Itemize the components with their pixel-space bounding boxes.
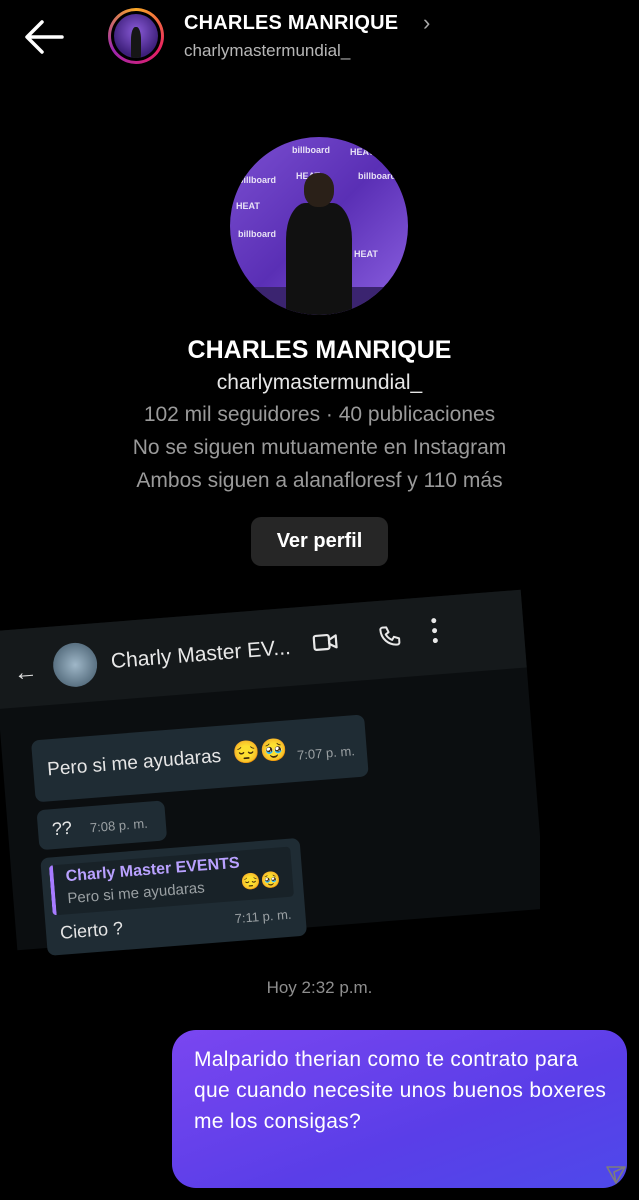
wa-topbar: ← Charly Master EV... (0, 589, 527, 710)
mutual-follow-status: No se siguen mutuamente en Instagram (132, 436, 507, 459)
chat-header: CHARLES MANRIQUE › charlymastermundial_ (0, 0, 639, 80)
wa-message: ?? 7:08 p. m. (36, 800, 168, 851)
wa-back-arrow-icon: ← (12, 657, 39, 687)
header-avatar[interactable] (108, 8, 164, 64)
wa-avatar (51, 641, 99, 689)
wa-contact-name: Charly Master EV... (110, 635, 292, 674)
view-profile-button[interactable]: Ver perfil (251, 517, 388, 566)
message-timestamp: Hoy 2:32 p.m. (266, 978, 373, 997)
outgoing-message-text: Malparido therian como te contrato para … (194, 1048, 607, 1133)
arrow-left-icon[interactable] (22, 18, 66, 56)
header-contact-name[interactable]: CHARLES MANRIQUE (184, 12, 398, 35)
sent-status-icon (606, 1166, 626, 1184)
whatsapp-screenshot: ← Charly Master EV... Pero si me ayudara… (0, 589, 540, 956)
wa-quoted-message: Charly Master EVENTS Pero si me ayudaras… (48, 846, 294, 916)
more-vertical-icon (431, 618, 438, 644)
wa-message: Pero si me ayudaras 😔🥹 7:07 p. m. (30, 714, 369, 803)
chevron-right-icon[interactable]: › (423, 10, 430, 36)
video-call-icon (312, 633, 338, 651)
phone-icon (379, 626, 401, 646)
header-username[interactable]: charlymastermundial_ (184, 41, 350, 61)
wa-reply-message: Charly Master EVENTS Pero si me ayudaras… (40, 837, 308, 956)
profile-avatar[interactable]: billboard HEAT billboard HEAT billboard … (230, 137, 408, 315)
profile-username: charlymastermundial_ (216, 371, 423, 394)
shared-image-message[interactable]: ← Charly Master EV... Pero si me ayudara… (0, 560, 540, 965)
profile-stats: 102 mil seguidores · 40 publicaciones (143, 403, 496, 426)
profile-name: CHARLES MANRIQUE (187, 336, 452, 364)
mutual-followers: Ambos siguen a alanafloresf y 110 más (136, 469, 503, 492)
outgoing-message-bubble[interactable]: Malparido therian como te contrato para … (172, 1030, 627, 1188)
